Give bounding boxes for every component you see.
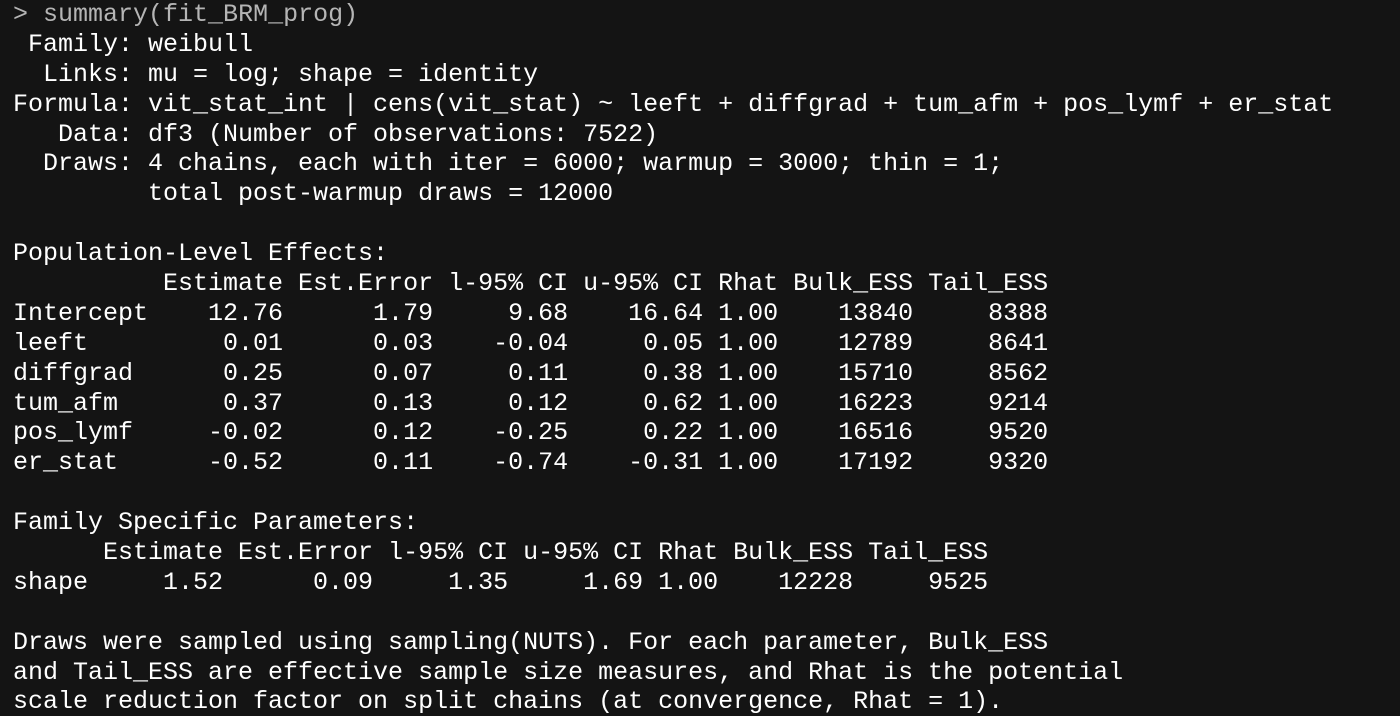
data-line: Data: df3 (Number of observations: 7522) bbox=[13, 119, 659, 149]
table-row: shape 1.52 0.09 1.35 1.69 1.00 12228 952… bbox=[13, 567, 989, 597]
table-row: Intercept 12.76 1.79 9.68 16.64 1.00 138… bbox=[13, 298, 1049, 328]
population-effects-title: Population-Level Effects: bbox=[13, 239, 389, 269]
links-line: Links: mu = log; shape = identity bbox=[13, 59, 539, 89]
command-line: > summary(fit_BRM_prog) bbox=[13, 0, 1400, 30]
footnote-line: and Tail_ESS are effective sample size m… bbox=[13, 657, 1124, 687]
footnote-line: Draws were sampled using sampling(NUTS).… bbox=[13, 627, 1049, 657]
r-console-output[interactable]: > summary(fit_BRM_prog) Family: weibull … bbox=[0, 0, 1400, 716]
family-line: Family: weibull bbox=[13, 29, 254, 59]
footnote-line: scale reduction factor on split chains (… bbox=[13, 687, 1004, 716]
prompt-symbol: > bbox=[13, 0, 29, 29]
command-text: summary(fit_BRM_prog) bbox=[43, 0, 359, 29]
family-params-table-header: Estimate Est.Error l-95% CI u-95% CI Rha… bbox=[13, 538, 989, 568]
family-params-title: Family Specific Parameters: bbox=[13, 508, 419, 538]
population-table-header: Estimate Est.Error l-95% CI u-95% CI Rha… bbox=[13, 269, 1049, 299]
formula-line: Formula: vit_stat_int | cens(vit_stat) ~… bbox=[13, 89, 1334, 119]
draws-total-line: total post-warmup draws = 12000 bbox=[13, 179, 614, 209]
table-row: leeft 0.01 0.03 -0.04 0.05 1.00 12789 86… bbox=[13, 328, 1049, 358]
table-row: tum_afm 0.37 0.13 0.12 0.62 1.00 16223 9… bbox=[13, 388, 1049, 418]
table-row: diffgrad 0.25 0.07 0.11 0.38 1.00 15710 … bbox=[13, 358, 1049, 388]
draws-line: Draws: 4 chains, each with iter = 6000; … bbox=[13, 149, 1004, 179]
table-row: er_stat -0.52 0.11 -0.74 -0.31 1.00 1719… bbox=[13, 448, 1049, 478]
table-row: pos_lymf -0.02 0.12 -0.25 0.22 1.00 1651… bbox=[13, 418, 1049, 448]
